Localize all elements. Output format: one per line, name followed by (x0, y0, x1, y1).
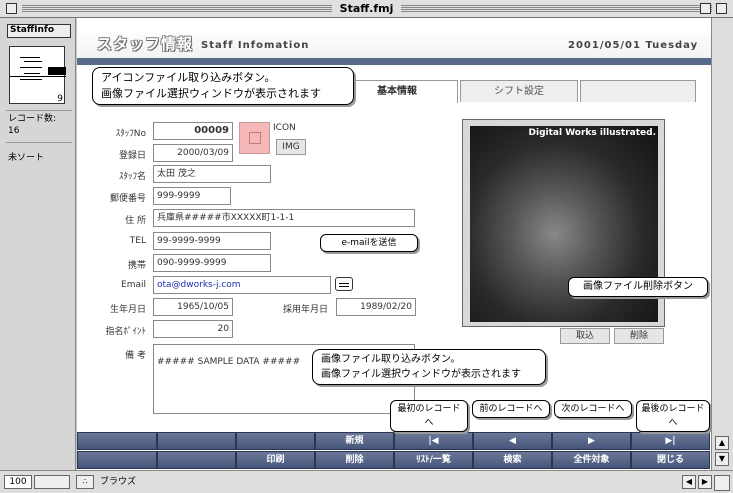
icon-img-button[interactable]: IMG (276, 139, 306, 155)
points-field[interactable]: 20 (153, 320, 233, 338)
nav-cell-blank-5 (157, 451, 236, 469)
callout-photo-delete: 画像ファイル削除ボタン (568, 277, 708, 297)
staff-no-field[interactable]: 00009 (153, 122, 233, 140)
delete-record-button[interactable]: 削除 (315, 451, 394, 469)
vertical-scrollbar[interactable]: ▲ ▼ (711, 18, 733, 470)
email-label: Email (121, 280, 146, 290)
birthday-label: 生年月日 (109, 305, 146, 315)
callout-icon-import: アイコンファイル取り込みボタン。 画像ファイル選択ウィンドウが表示されます (92, 67, 354, 105)
registered-label: 登録日 (118, 151, 146, 161)
birthday-field[interactable]: 1965/10/05 (153, 298, 233, 316)
zip-field[interactable]: 999-9999 (153, 187, 231, 205)
scroll-right-icon[interactable]: ▶ (698, 475, 712, 489)
callout-photo-import-line2: 画像ファイル選択ウィンドウが表示されます (321, 369, 521, 380)
new-record-button[interactable]: 新規 (315, 432, 394, 450)
scroll-left-icon[interactable]: ◀ (682, 475, 696, 489)
callout-email-send: e-mailを送信 (320, 234, 418, 252)
tab-blank[interactable] (580, 80, 696, 102)
callout-first-record: 最初のレコードへ (390, 400, 468, 432)
record-count-label: レコード数: (8, 114, 57, 124)
tab-basic-info[interactable]: 基本情報 (336, 80, 458, 103)
mode-indicator[interactable]: ブラウズ (96, 475, 136, 489)
email-field[interactable]: ota@dworks-j.com (153, 276, 331, 294)
points-label: 指名ﾎﾟｲﾝﾄ (105, 327, 146, 337)
callout-next-record: 次のレコードへ (554, 400, 632, 418)
show-all-button[interactable]: 全件対象 (552, 451, 631, 469)
photo-import-button[interactable]: 取込 (560, 328, 610, 344)
sort-status: 未ソート (8, 153, 45, 163)
tab-shift-settings[interactable]: シフト設定 (460, 80, 578, 102)
registered-field[interactable]: 2000/03/09 (153, 144, 233, 162)
first-record-button[interactable]: |◀ (394, 432, 473, 450)
status-bar: 100 ∴ ブラウズ ◀ ▶ (0, 470, 733, 493)
callout-last-record: 最後のレコードへ (636, 400, 710, 432)
zoom-buttons-icon[interactable] (34, 475, 70, 489)
mobile-label: 携帯 (127, 261, 146, 271)
tel-field[interactable]: 99-9999-9999 (153, 232, 271, 250)
close-button[interactable]: 閉じる (631, 451, 710, 469)
address-label: 住 所 (125, 216, 146, 226)
record-slider-handle[interactable] (48, 67, 66, 75)
resize-grip-icon[interactable] (714, 475, 730, 491)
header-date: 2001/05/01 Tuesday (568, 40, 699, 51)
mobile-field[interactable]: 090-9999-9999 (153, 254, 271, 272)
zoom-level[interactable]: 100 (4, 475, 32, 489)
header-subtitle: Staff Infomation (201, 40, 310, 51)
print-button[interactable]: 印刷 (236, 451, 315, 469)
hired-field[interactable]: 1989/02/20 (336, 298, 416, 316)
zoom-box-icon[interactable] (700, 3, 711, 14)
photo-delete-button[interactable]: 削除 (614, 328, 664, 344)
hired-label: 採用年月日 (282, 305, 328, 315)
header-rule (77, 58, 711, 65)
header-title: スタッフ情報 (97, 35, 194, 53)
scroll-up-icon[interactable]: ▲ (715, 436, 729, 450)
window-title: Staff.fmj (331, 2, 402, 15)
nav-cell-blank-4 (77, 451, 157, 469)
zip-label: 郵便番号 (109, 194, 146, 204)
list-view-button[interactable]: ﾘｽﾄ/一覧 (394, 451, 473, 469)
name-field[interactable]: 太田 茂之 (153, 165, 271, 183)
current-record-number: 9 (57, 94, 63, 104)
address-field[interactable]: 兵庫県#####市XXXXX町1-1-1 (153, 209, 415, 227)
record-count-value: 16 (8, 126, 20, 136)
name-label: ｽﾀｯﾌ名 (118, 172, 146, 182)
status-toggle-icon[interactable]: ∴ (76, 475, 94, 489)
callout-prev-record: 前のレコードへ (472, 400, 550, 418)
callout-icon-import-line1: アイコンファイル取り込みボタン。 (101, 71, 276, 84)
record-count: レコード数: 16 (8, 113, 74, 137)
send-email-icon[interactable] (335, 277, 353, 291)
next-record-button[interactable]: ▶ (552, 432, 631, 450)
icon-label: ICON (273, 123, 296, 133)
staff-no-label: ｽﾀｯﾌNo (115, 129, 146, 139)
tel-label: TEL (129, 236, 146, 246)
nav-cell-blank-1 (77, 432, 157, 450)
collapse-box-icon[interactable] (716, 3, 727, 14)
last-record-button[interactable]: ▶| (631, 432, 710, 450)
prev-record-button[interactable]: ◀ (473, 432, 552, 450)
nav-cell-blank-2 (157, 432, 236, 450)
scroll-down-icon[interactable]: ▼ (715, 452, 729, 466)
search-button[interactable]: 検索 (473, 451, 552, 469)
staff-icon-image (239, 122, 270, 154)
notes-label: 備 考 (125, 351, 146, 361)
callout-photo-import: 画像ファイル取り込みボタン。 画像ファイル選択ウィンドウが表示されます (312, 349, 546, 385)
window-title-bar[interactable]: Staff.fmj (0, 0, 733, 18)
callout-icon-import-line2: 画像ファイル選択ウィンドウが表示されます (101, 87, 321, 100)
photo-caption: Digital Works illustrated. (528, 128, 656, 138)
layout-selector[interactable]: StaffInfo (7, 24, 71, 38)
nav-cell-blank-3 (236, 432, 315, 450)
callout-photo-import-line1: 画像ファイル取り込みボタン。 (321, 354, 461, 365)
